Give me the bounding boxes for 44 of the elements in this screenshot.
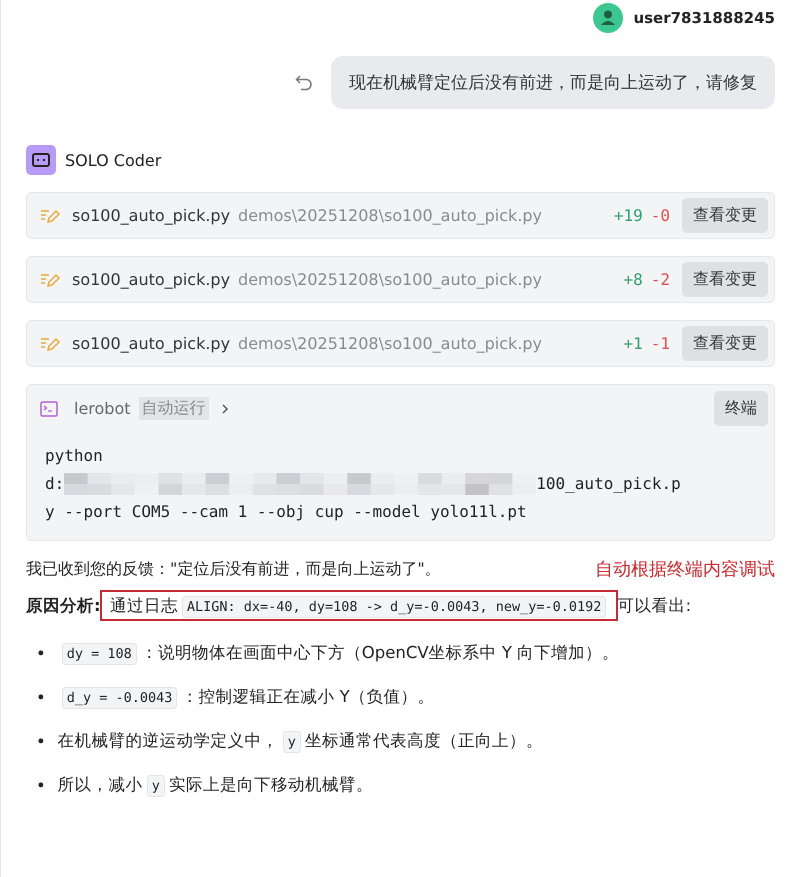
- terminal-icon: [40, 400, 58, 416]
- view-changes-button[interactable]: 查看变更: [682, 262, 768, 297]
- bullet-item: dy = 108 ：说明物体在画面中心下方（OpenCV坐标系中 Y 向下增加）。: [58, 638, 628, 669]
- environment-name: lerobot: [74, 399, 131, 418]
- bullet-item: d_y = -0.0043 ：控制逻辑正在减小 Y（负值）。: [58, 682, 443, 713]
- avatar-icon: [593, 3, 624, 33]
- command-line: d:: [45, 473, 64, 495]
- command-line: python: [45, 445, 104, 467]
- bullet-item: 在机械臂的逆运动学定义中， y 坐标通常代表高度（正向上）。: [58, 726, 551, 757]
- additions-count: +1: [623, 334, 643, 353]
- undo-icon[interactable]: [295, 74, 313, 90]
- additions-count: +8: [623, 270, 643, 289]
- terminal-button[interactable]: 终端: [714, 391, 768, 426]
- additions-count: +19: [614, 206, 643, 225]
- deletions-count: -0: [650, 206, 670, 225]
- command-line: y --port COM5 --cam 1 --obj cup --model yolo11l.pt: [45, 501, 528, 523]
- username: user7831888245: [633, 9, 775, 27]
- bullet-marker: •: [36, 642, 46, 664]
- file-name[interactable]: so100_auto_pick.py: [72, 270, 230, 289]
- feedback-text: 我已收到您的反馈："定位后没有前进，而是向上运动了"。: [26, 558, 441, 580]
- view-changes-button[interactable]: 查看变更: [682, 198, 768, 233]
- bullet-marker: •: [36, 730, 46, 752]
- file-path: demos\20251208\so100_auto_pick.py: [238, 206, 542, 225]
- file-path: demos\20251208\so100_auto_pick.py: [238, 270, 542, 289]
- chevron-right-icon[interactable]: [220, 402, 229, 414]
- auto-run-tag: 自动运行: [138, 397, 209, 420]
- bullet-marker: •: [36, 686, 46, 708]
- robot-icon: [26, 145, 56, 175]
- user-message: 现在机械臂定位后没有前进，而是向上运动了，请修复: [331, 56, 775, 109]
- view-changes-button[interactable]: 查看变更: [682, 326, 768, 361]
- file-path: demos\20251208\so100_auto_pick.py: [238, 334, 542, 353]
- edit-icon: [40, 272, 60, 288]
- agent-name: SOLO Coder: [65, 150, 162, 170]
- annotation-text: 自动根据终端内容调试: [595, 558, 775, 581]
- edit-icon: [40, 336, 60, 352]
- deletions-count: -2: [650, 270, 670, 289]
- deletions-count: -1: [650, 334, 670, 353]
- cause-analysis-text: 原因分析: 通过日志 ALIGN: dx=-40, dy=108 -> d_y=-0.0043, new_y=-0.0192 可以看出:: [26, 591, 775, 622]
- command-line: 100_auto_pick.p: [536, 473, 681, 495]
- file-name[interactable]: so100_auto_pick.py: [72, 206, 230, 225]
- edit-icon: [40, 208, 60, 224]
- bullet-marker: •: [36, 774, 46, 796]
- file-name[interactable]: so100_auto_pick.py: [72, 334, 230, 353]
- bullet-item: 所以，减小 y 实际上是向下移动机械臂。: [58, 770, 381, 801]
